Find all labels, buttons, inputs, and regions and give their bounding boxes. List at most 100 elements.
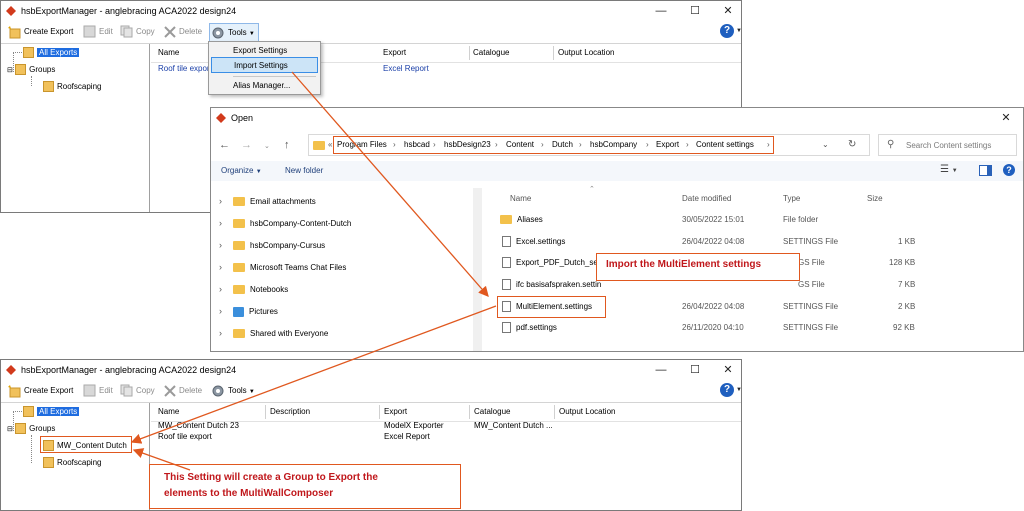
- column-header-output[interactable]: Output Location: [558, 48, 614, 57]
- group-callout: This Setting will create a Group to Expo…: [149, 464, 461, 509]
- maximize-button[interactable]: ☐: [682, 2, 708, 20]
- edit-icon: [83, 384, 96, 397]
- create-export-label: Create Export: [24, 386, 74, 395]
- delete-button[interactable]: Delete: [164, 383, 202, 399]
- column-separator: [379, 405, 380, 419]
- column-header-name[interactable]: Name: [158, 407, 179, 416]
- tree-label: Groups: [29, 424, 56, 433]
- column-header-description[interactable]: Description: [270, 407, 310, 416]
- column-header-type[interactable]: Type: [783, 194, 800, 203]
- import-callout: Import the MultiElement settings: [596, 253, 800, 281]
- delete-label: Delete: [179, 27, 203, 36]
- cell-export: Excel Report: [383, 64, 429, 73]
- delete-button[interactable]: Delete: [164, 24, 202, 40]
- menu-item-import-settings[interactable]: Import Settings: [211, 57, 318, 73]
- title-bar[interactable]: hsbExportManager - anglebracing ACA2022 …: [1, 360, 741, 380]
- tools-button[interactable]: Tools ▼: [211, 383, 255, 399]
- help-chevron-icon[interactable]: ▼: [736, 387, 742, 393]
- file-size: 92 KB: [893, 323, 915, 332]
- window-title: hsbExportManager - anglebracing ACA2022 …: [21, 365, 237, 375]
- file-type: SETTINGS File: [783, 302, 839, 311]
- copy-button[interactable]: Copy: [120, 383, 155, 399]
- close-button[interactable]: ✕: [715, 361, 741, 379]
- tree-item-all-exports[interactable]: All Exports: [23, 46, 80, 60]
- file-icon: [502, 322, 511, 334]
- file-row[interactable]: Aliases 30/05/2022 15:01 File folder: [486, 210, 1024, 230]
- cell-catalogue: MW_Content Dutch ...: [474, 421, 553, 430]
- tree-item-all-exports[interactable]: All Exports: [23, 405, 80, 419]
- column-header-output[interactable]: Output Location: [559, 407, 615, 416]
- tree-label: All Exports: [37, 48, 80, 57]
- tree-item-groups[interactable]: ⊟ Groups: [7, 63, 55, 77]
- file-size: 2 KB: [898, 302, 916, 311]
- edit-label: Edit: [99, 386, 113, 395]
- file-type: GS File: [798, 280, 825, 289]
- file-icon: [502, 236, 511, 248]
- file-icon: [502, 257, 511, 269]
- folder-icon: [43, 81, 54, 93]
- file-row[interactable]: Excel.settings 26/04/2022 04:08 SETTINGS…: [486, 232, 1024, 252]
- group-callout-line1: This Setting will create a Group to Expo…: [164, 472, 378, 483]
- tree-item-roofscaping[interactable]: Roofscaping: [43, 80, 101, 94]
- tree-item-roofscaping[interactable]: Roofscaping: [43, 456, 101, 470]
- collapse-icon[interactable]: ⊟: [7, 67, 13, 74]
- close-button[interactable]: ✕: [715, 2, 741, 20]
- file-date: 26/04/2022 04:08: [682, 302, 745, 311]
- minimize-button[interactable]: —: [648, 361, 674, 379]
- column-header-name[interactable]: Name: [158, 48, 179, 57]
- file-type: SETTINGS File: [783, 237, 839, 246]
- exports-tree: All Exports ⊟ Groups MW_Content Dutch Ro…: [1, 403, 150, 510]
- column-header-catalogue[interactable]: Catalogue: [474, 407, 510, 416]
- column-header-catalogue[interactable]: Catalogue: [473, 48, 509, 57]
- help-icon[interactable]: ?: [720, 24, 734, 38]
- minimize-button[interactable]: —: [648, 2, 674, 20]
- cell-export: ModelX Exporter: [384, 421, 444, 430]
- create-export-icon: [8, 25, 21, 39]
- file-row[interactable]: pdf.settings 26/11/2020 04:10 SETTINGS F…: [486, 318, 1024, 338]
- tree-label: All Exports: [37, 407, 80, 416]
- toolbar: Create Export Edit Copy Delete Tools ▼ ?…: [1, 21, 742, 44]
- copy-icon: [120, 384, 133, 397]
- tools-label: Tools: [228, 28, 247, 37]
- tree-label: Groups: [29, 65, 56, 74]
- collapse-icon[interactable]: ⊟: [7, 426, 13, 433]
- column-header-date[interactable]: Date modified: [682, 194, 731, 203]
- open-dialog: Open ✕ ← → ⌄ ↑ « Program Files › hsbcad …: [210, 107, 1024, 352]
- create-export-button[interactable]: Create Export: [7, 24, 73, 40]
- title-bar[interactable]: hsbExportManager - anglebracing ACA2022 …: [1, 1, 741, 21]
- folder-icon: [500, 215, 512, 225]
- edit-icon: [83, 25, 96, 38]
- file-name: ifc basisafspraken.settin: [516, 280, 602, 289]
- folder-icon: [43, 457, 54, 469]
- menu-item-alias-manager[interactable]: Alias Manager...: [211, 78, 318, 94]
- table-row[interactable]: Roof tile export Excel Report: [151, 432, 741, 443]
- cell-name: MW_Content Dutch 23: [158, 421, 239, 430]
- folder-icon: [15, 423, 27, 435]
- file-highlight: [497, 296, 606, 318]
- exports-tree: All Exports ⊟ Groups Roofscaping: [1, 44, 150, 212]
- tree-item-groups[interactable]: ⊟ Groups: [7, 422, 55, 436]
- column-header-size[interactable]: Size: [867, 194, 883, 203]
- file-type: GS File: [798, 258, 825, 267]
- copy-button[interactable]: Copy: [120, 24, 155, 40]
- help-chevron-icon[interactable]: ▼: [736, 28, 742, 34]
- create-export-button[interactable]: Create Export: [7, 383, 73, 399]
- maximize-button[interactable]: ☐: [682, 361, 708, 379]
- table-row[interactable]: MW_Content Dutch 23 ModelX Exporter MW_C…: [151, 421, 741, 432]
- cell-export: Excel Report: [384, 432, 430, 441]
- file-date: 26/04/2022 04:08: [682, 237, 745, 246]
- copy-label: Copy: [136, 27, 155, 36]
- edit-button[interactable]: Edit: [83, 24, 113, 40]
- tree-connector: [31, 76, 32, 86]
- tools-button[interactable]: Tools ▼: [209, 23, 259, 43]
- column-header-export[interactable]: Export: [383, 48, 406, 57]
- toolbar: Create Export Edit Copy Delete Tools ▼ ?…: [1, 380, 742, 403]
- edit-button[interactable]: Edit: [83, 383, 113, 399]
- cell-name: Roof tile export: [158, 64, 212, 73]
- column-header-export[interactable]: Export: [384, 407, 407, 416]
- copy-label: Copy: [136, 386, 155, 395]
- app-icon: [6, 6, 16, 16]
- column-header-name[interactable]: Name: [510, 194, 531, 203]
- help-icon[interactable]: ?: [720, 383, 734, 397]
- file-name: Aliases: [517, 215, 543, 224]
